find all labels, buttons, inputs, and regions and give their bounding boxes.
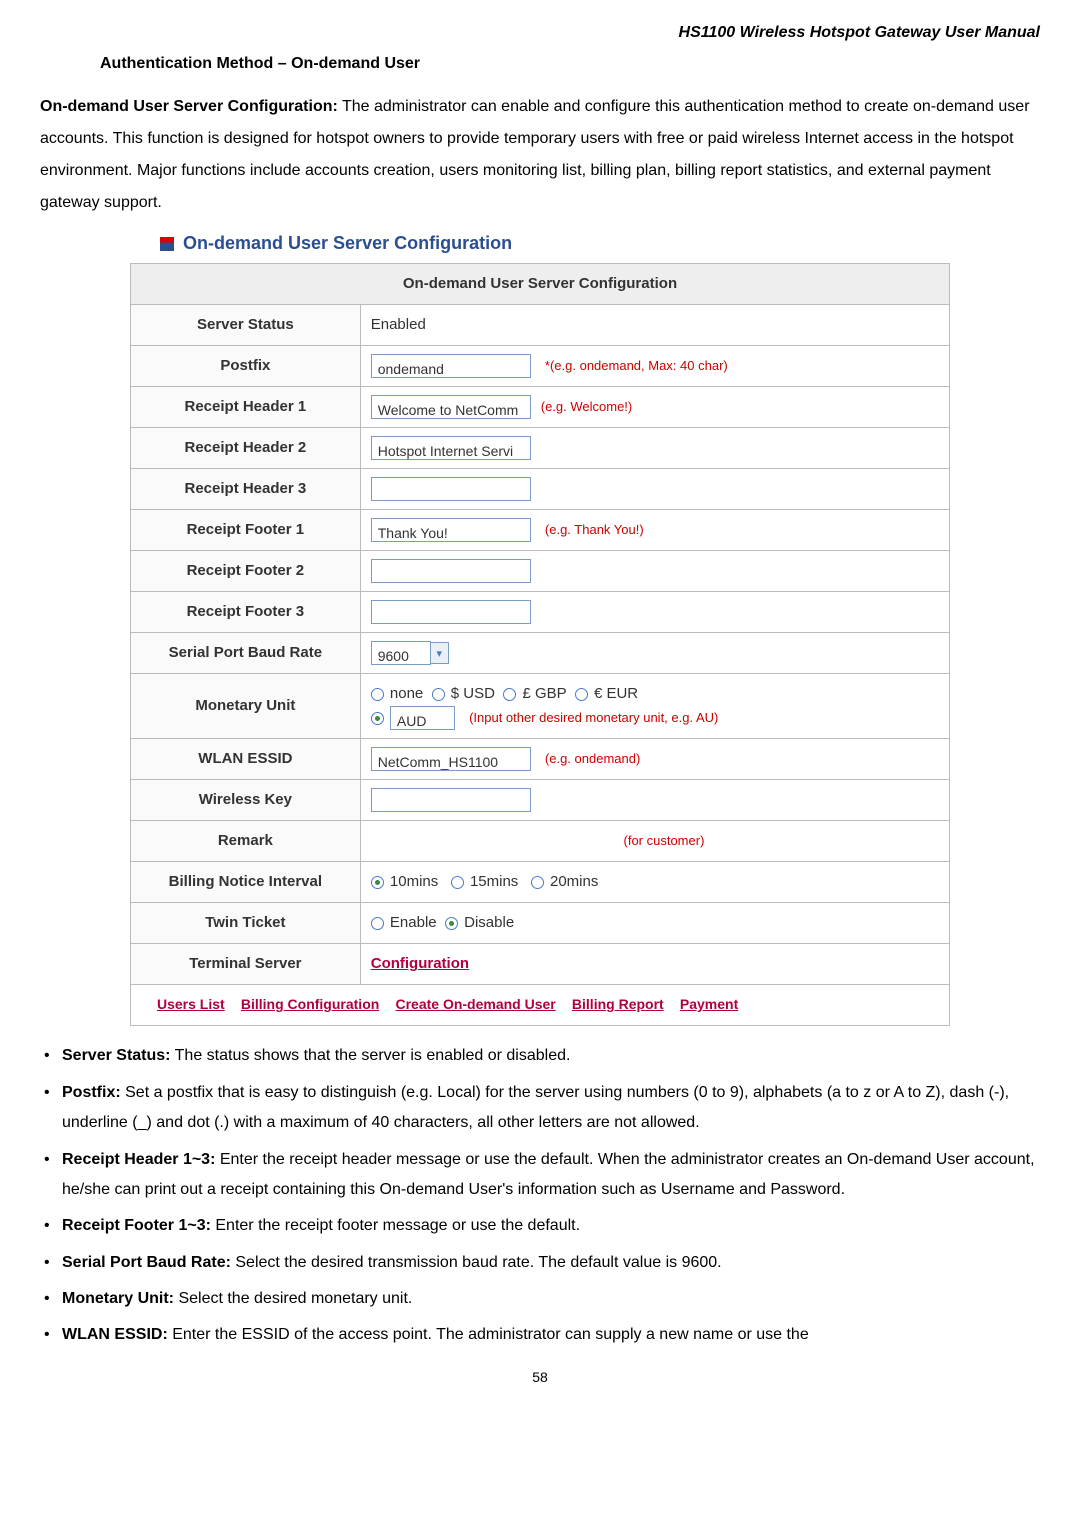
b7-bold: WLAN ESSID: [62,1326,168,1343]
radio-15mins[interactable] [451,876,464,889]
opt-20mins: 20mins [550,873,598,890]
radio-usd[interactable] [432,688,445,701]
label-postfix: Postfix [131,345,361,386]
link-users-list[interactable]: Users List [157,996,225,1012]
label-rh3: Receipt Header 3 [131,469,361,510]
opt-15mins: 15mins [470,873,518,890]
opt-eur: € EUR [594,685,638,702]
opt-disable: Disable [464,914,514,931]
label-wkey: Wireless Key [131,780,361,821]
rf1-hint: (e.g. Thank You!) [545,522,644,537]
bullet-monetary: Monetary Unit: Select the desired moneta… [40,1284,1040,1314]
config-icon [160,237,174,251]
rf2-input[interactable] [371,559,531,583]
b1-bold: Server Status: [62,1047,171,1064]
radio-none[interactable] [371,688,384,701]
link-billing-config[interactable]: Billing Configuration [241,996,379,1012]
link-payment[interactable]: Payment [680,996,738,1012]
label-monetary: Monetary Unit [131,674,361,739]
label-server-status: Server Status [131,304,361,345]
value-server-status: Enabled [360,304,949,345]
wkey-input[interactable] [371,788,531,812]
b5-text: Select the desired transmission baud rat… [231,1254,722,1271]
bottom-links-row: Users List Billing Configuration Create … [131,985,950,1026]
radio-20mins[interactable] [531,876,544,889]
bullet-postfix: Postfix: Set a postfix that is easy to d… [40,1078,1040,1139]
essid-input[interactable]: NetComm_HS1100 [371,747,531,771]
b6-text: Select the desired monetary unit. [174,1290,412,1307]
essid-hint: (e.g. ondemand) [545,751,640,766]
label-remark: Remark [131,821,361,862]
opt-gbp: £ GBP [523,685,567,702]
page-number: 58 [40,1366,1040,1388]
config-table: On-demand User Server Configuration Serv… [130,263,950,1026]
opt-10mins: 10mins [390,873,438,890]
radio-twin-enable[interactable] [371,917,384,930]
label-rf1: Receipt Footer 1 [131,510,361,551]
label-rh1: Receipt Header 1 [131,387,361,428]
rh1-input[interactable]: Welcome to NetComm [371,395,531,419]
b5-bold: Serial Port Baud Rate: [62,1254,231,1271]
rh1-hint: (e.g. Welcome!) [541,399,633,414]
b4-bold: Receipt Footer 1~3: [62,1217,211,1234]
label-terminal: Terminal Server [131,944,361,985]
bullet-list: Server Status: The status shows that the… [40,1041,1040,1351]
label-twin: Twin Ticket [131,903,361,944]
label-essid: WLAN ESSID [131,739,361,780]
opt-enable: Enable [390,914,437,931]
radio-gbp[interactable] [503,688,516,701]
link-billing-report[interactable]: Billing Report [572,996,664,1012]
table-header: On-demand User Server Configuration [131,263,950,304]
postfix-input[interactable]: ondemand [371,354,531,378]
opt-none: none [390,685,423,702]
radio-10mins[interactable] [371,876,384,889]
bullet-receipt-header: Receipt Header 1~3: Enter the receipt he… [40,1145,1040,1206]
b7-text: Enter the ESSID of the access point. The… [168,1326,809,1343]
label-rf3: Receipt Footer 3 [131,592,361,633]
link-create-ondemand[interactable]: Create On-demand User [395,996,555,1012]
intro-lead-bold: On-demand User Server Configuration: [40,98,338,115]
bullet-baud: Serial Port Baud Rate: Select the desire… [40,1248,1040,1278]
chevron-down-icon[interactable]: ▾ [431,642,449,664]
bullet-receipt-footer: Receipt Footer 1~3: Enter the receipt fo… [40,1211,1040,1241]
opt-usd: $ USD [451,685,495,702]
intro-paragraph: On-demand User Server Configuration: The… [40,91,1040,219]
label-billing-interval: Billing Notice Interval [131,862,361,903]
rh2-input[interactable]: Hotspot Internet Servi [371,436,531,460]
b4-text: Enter the receipt footer message or use … [211,1217,580,1234]
bullet-server-status: Server Status: The status shows that the… [40,1041,1040,1071]
terminal-config-link[interactable]: Configuration [371,955,469,972]
label-rf2: Receipt Footer 2 [131,551,361,592]
b2-bold: Postfix: [62,1084,121,1101]
radio-eur[interactable] [575,688,588,701]
postfix-hint: *(e.g. ondemand, Max: 40 char) [545,358,728,373]
b2-text: Set a postfix that is easy to distinguis… [62,1084,1009,1131]
monetary-hint: (Input other desired monetary unit, e.g.… [469,710,718,725]
rf1-input[interactable]: Thank You! [371,518,531,542]
bullet-essid: WLAN ESSID: Enter the ESSID of the acces… [40,1320,1040,1350]
b6-bold: Monetary Unit: [62,1290,174,1307]
config-title-text: On-demand User Server Configuration [183,233,512,253]
rh3-input[interactable] [371,477,531,501]
label-baud: Serial Port Baud Rate [131,633,361,674]
b1-text: The status shows that the server is enab… [171,1047,571,1064]
radio-twin-disable[interactable] [445,917,458,930]
baud-select[interactable]: 9600 [371,641,431,665]
remark-hint: (for customer) [624,833,705,848]
config-title: On-demand User Server Configuration [160,229,1040,258]
product-title: HS1100 Wireless Hotspot Gateway User Man… [40,20,1040,46]
monetary-custom-input[interactable]: AUD [390,706,455,730]
rf3-input[interactable] [371,600,531,624]
section-heading: Authentication Method – On-demand User [100,51,1040,77]
b3-bold: Receipt Header 1~3: [62,1151,215,1168]
label-rh2: Receipt Header 2 [131,428,361,469]
radio-custom[interactable] [371,712,384,725]
